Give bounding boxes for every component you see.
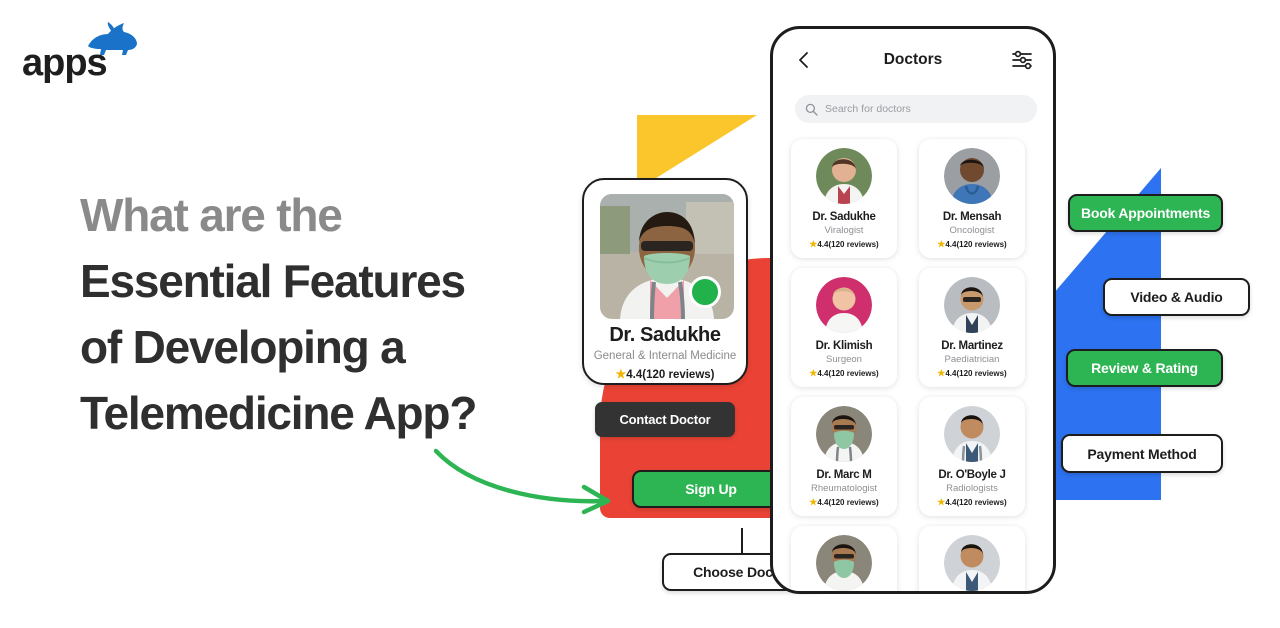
avatar <box>816 148 872 204</box>
doctor-specialty: Viralogist <box>824 225 864 236</box>
search-placeholder: Search for doctors <box>825 103 911 115</box>
contact-doctor-button[interactable]: Contact Doctor <box>595 402 735 437</box>
page-title: What are the Essential Features of Devel… <box>80 182 600 446</box>
doctor-rating: ★4.4(120 reviews) <box>937 368 1007 378</box>
doctor-rating: ★4.4(120 reviews) <box>937 239 1007 249</box>
avatar <box>944 277 1000 333</box>
doctor-name: Dr. Klimish <box>815 340 873 352</box>
avatar <box>816 406 872 462</box>
list-item[interactable]: Dr. Mensah Oncologist ★4.4(120 reviews) <box>919 139 1025 258</box>
doctor-name: Dr. Mensah <box>942 211 1002 223</box>
featured-doctor-specialty: General & Internal Medicine <box>593 350 737 362</box>
book-appointments-callout[interactable]: Book Appointments <box>1068 194 1223 232</box>
doctor-rating: ★4.4(120 reviews) <box>809 239 879 249</box>
headline-line-4: Telemedicine App? <box>80 387 477 439</box>
phone-mockup: Doctors Search for doctors Dr. Sadukhe V… <box>770 26 1056 594</box>
leader-line-choose-doctor <box>741 528 743 554</box>
payment-method-callout[interactable]: Payment Method <box>1061 434 1223 473</box>
brand-name: apps <box>22 42 108 84</box>
filter-sliders-icon[interactable] <box>1011 49 1033 71</box>
list-item[interactable]: Dr. Martinez Paediatrician ★4.4(120 revi… <box>919 268 1025 387</box>
headline-line-2: Essential Features <box>80 255 466 307</box>
avatar <box>944 535 1000 591</box>
doctor-specialty: Surgeon <box>826 354 862 365</box>
doctor-name: Dr. Marc M <box>816 469 872 481</box>
review-rating-callout[interactable]: Review & Rating <box>1066 349 1223 387</box>
app-title: Doctors <box>883 51 943 68</box>
doctor-name: Dr. Martinez <box>941 340 1003 352</box>
list-item[interactable]: Dr. O'Boyle J Radiologists ★4.4(120 revi… <box>919 397 1025 516</box>
featured-doctor-name: Dr. Sadukhe <box>609 324 721 346</box>
avatar <box>816 277 872 333</box>
doctor-name: Dr. Sadukhe <box>812 211 876 223</box>
headline-line-1: What are the <box>80 189 343 241</box>
search-input[interactable]: Search for doctors <box>795 95 1037 123</box>
list-item[interactable] <box>919 526 1025 591</box>
doctor-specialty: Radiologists <box>946 483 998 494</box>
chevron-left-icon[interactable] <box>793 49 815 71</box>
headline-line-3: of Developing a <box>80 321 406 373</box>
featured-doctor-card[interactable]: Dr. Sadukhe General & Internal Medicine … <box>582 178 748 385</box>
search-icon <box>805 103 818 116</box>
featured-doctor-rating: ★4.4(120 reviews) <box>615 367 715 381</box>
doctor-name: Dr. O'Boyle J <box>938 469 1006 481</box>
sign-up-button[interactable]: Sign Up <box>632 470 790 508</box>
avatar <box>816 535 872 591</box>
list-item[interactable] <box>791 526 897 591</box>
video-audio-callout[interactable]: Video & Audio <box>1103 278 1250 316</box>
brand-logo: apps <box>22 22 182 84</box>
list-item[interactable]: Dr. Sadukhe Viralogist ★4.4(120 reviews) <box>791 139 897 258</box>
list-item[interactable]: Dr. Klimish Surgeon ★4.4(120 reviews) <box>791 268 897 387</box>
doctor-specialty: Rheumatologist <box>810 483 877 494</box>
avatar <box>944 406 1000 462</box>
doctor-specialty: Paediatrician <box>944 354 1000 365</box>
doctor-specialty: Oncologist <box>949 225 995 236</box>
doctor-rating: ★4.4(120 reviews) <box>937 497 1007 507</box>
doctor-rating: ★4.4(120 reviews) <box>809 368 879 378</box>
doctor-rating: ★4.4(120 reviews) <box>809 497 879 507</box>
doctor-list: Dr. Sadukhe Viralogist ★4.4(120 reviews)… <box>791 139 1041 591</box>
online-status-dot <box>689 276 721 308</box>
list-item[interactable]: Dr. Marc M Rheumatologist ★4.4(120 revie… <box>791 397 897 516</box>
avatar <box>944 148 1000 204</box>
poster-canvas: apps What are the Essential Features of … <box>0 0 1280 628</box>
green-curved-arrow-icon <box>433 448 611 515</box>
star-icon: ★ <box>615 367 627 381</box>
app-header: Doctors <box>773 29 1053 91</box>
